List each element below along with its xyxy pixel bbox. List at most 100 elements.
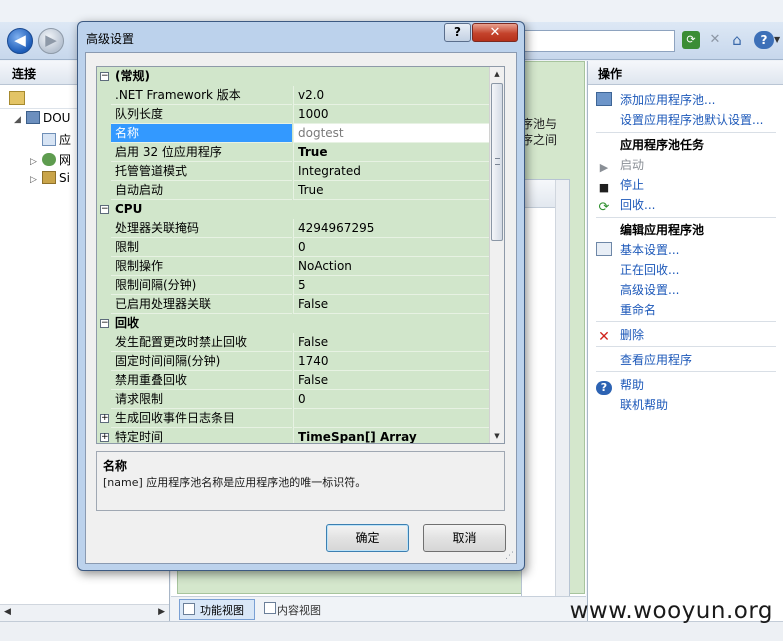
property-value[interactable]: TimeSpan[] Array bbox=[293, 428, 490, 443]
property-value[interactable]: False bbox=[293, 295, 490, 314]
property-name: 自动启动 bbox=[111, 181, 292, 200]
property-row[interactable]: 启用 32 位应用程序 True bbox=[97, 143, 490, 162]
property-row[interactable]: 限制间隔(分钟) 5 bbox=[97, 276, 490, 295]
action-help[interactable]: ? 帮助 bbox=[596, 376, 644, 395]
tree-expander[interactable]: ▷ bbox=[30, 157, 42, 167]
property-value[interactable]: True bbox=[293, 143, 490, 162]
action-advanced-settings[interactable]: 高级设置... bbox=[620, 281, 679, 299]
add-connection-icon[interactable] bbox=[9, 91, 25, 105]
property-value[interactable]: 1740 bbox=[293, 352, 490, 371]
tree-expander[interactable]: ◢ bbox=[14, 115, 26, 125]
action-recycling[interactable]: 正在回收... bbox=[620, 261, 679, 279]
property-value[interactable]: Integrated bbox=[293, 162, 490, 181]
property-value[interactable]: NoAction bbox=[293, 257, 490, 276]
tree-node-sites[interactable]: ▷ 网 bbox=[30, 151, 71, 169]
property-row[interactable]: 限制 0 bbox=[97, 238, 490, 257]
tree-node-app-pools[interactable]: 应 bbox=[30, 131, 71, 149]
action-recycle[interactable]: ⟳ 回收... bbox=[596, 196, 656, 215]
divider bbox=[596, 217, 776, 218]
refresh-icon[interactable]: ⟳ bbox=[682, 31, 700, 49]
action-stop[interactable]: ■ 停止 bbox=[596, 176, 644, 194]
stop-icon: ■ bbox=[598, 181, 610, 194]
property-row[interactable]: 禁用重叠回收 False bbox=[97, 371, 490, 390]
action-view-apps[interactable]: 查看应用程序 bbox=[620, 351, 692, 369]
property-name: 禁用重叠回收 bbox=[111, 371, 292, 390]
app-pool-list[interactable] bbox=[521, 179, 570, 629]
expand-icon[interactable]: + bbox=[100, 414, 109, 423]
scroll-right-icon[interactable]: ▶ bbox=[158, 607, 165, 617]
list-vscroll[interactable] bbox=[555, 180, 569, 628]
action-online-help[interactable]: 联机帮助 bbox=[620, 396, 668, 414]
resize-grip-icon[interactable]: ⋰ bbox=[505, 551, 514, 561]
divider bbox=[596, 346, 776, 347]
help-button[interactable]: ? bbox=[444, 23, 471, 42]
folder-icon bbox=[42, 171, 56, 184]
property-name: 名称 bbox=[111, 124, 292, 143]
tree-node-other[interactable]: ▷ Si bbox=[30, 171, 70, 189]
category-cpu[interactable]: − CPU bbox=[97, 200, 490, 219]
scroll-down-icon[interactable]: ▼ bbox=[490, 429, 504, 443]
scroll-up-icon[interactable]: ▲ bbox=[490, 67, 504, 81]
cancel-button[interactable]: 取消 bbox=[423, 524, 506, 552]
property-row[interactable]: 限制操作 NoAction bbox=[97, 257, 490, 276]
property-row[interactable]: 队列长度 1000 bbox=[97, 105, 490, 124]
scrollbar-thumb[interactable] bbox=[491, 83, 503, 241]
feature-description-line: 序之间 bbox=[521, 133, 558, 147]
action-start[interactable]: ▶ 启动 bbox=[596, 156, 644, 174]
close-button[interactable]: ✕ bbox=[472, 23, 518, 42]
action-basic-settings[interactable]: 基本设置... bbox=[596, 241, 679, 259]
property-value[interactable]: 4294967295 bbox=[293, 219, 490, 238]
property-row-expandable[interactable]: + 特定时间 TimeSpan[] Array bbox=[97, 428, 490, 443]
property-value[interactable]: False bbox=[293, 333, 490, 352]
collapse-icon[interactable]: − bbox=[100, 319, 109, 328]
property-value[interactable]: 0 bbox=[293, 390, 490, 409]
collapse-icon[interactable]: − bbox=[100, 205, 109, 214]
action-rename[interactable]: 重命名 bbox=[620, 301, 656, 319]
property-row[interactable]: 发生配置更改时禁止回收 False bbox=[97, 333, 490, 352]
home-icon[interactable]: ⌂ bbox=[728, 31, 746, 49]
property-value[interactable] bbox=[293, 409, 490, 428]
property-row[interactable]: 固定时间间隔(分钟) 1740 bbox=[97, 352, 490, 371]
property-row[interactable]: 处理器关联掩码 4294967295 bbox=[97, 219, 490, 238]
tree-node-server[interactable]: ◢ DOU bbox=[14, 111, 70, 129]
chevron-down-icon[interactable]: ▼ bbox=[774, 35, 780, 44]
property-value[interactable]: True bbox=[293, 181, 490, 200]
property-value[interactable]: 5 bbox=[293, 276, 490, 295]
property-row[interactable]: 请求限制 0 bbox=[97, 390, 490, 409]
property-value[interactable]: v2.0 bbox=[293, 86, 490, 105]
property-name: 处理器关联掩码 bbox=[111, 219, 292, 238]
property-row[interactable]: .NET Framework 版本 v2.0 bbox=[97, 86, 490, 105]
expand-icon[interactable]: + bbox=[100, 433, 109, 442]
back-button[interactable]: ◀ bbox=[7, 28, 33, 54]
property-name: 请求限制 bbox=[111, 390, 292, 409]
address-bar[interactable] bbox=[520, 30, 675, 52]
property-rows: − (常规) .NET Framework 版本 v2.0 队列长度 1000 名称 d… bbox=[97, 67, 490, 443]
name-value-field[interactable]: dogtest bbox=[293, 124, 490, 143]
category-recycling[interactable]: − 回收 bbox=[97, 314, 490, 333]
category-label: CPU bbox=[115, 202, 143, 216]
property-value[interactable]: 1000 bbox=[293, 105, 490, 124]
tab-feature-view[interactable]: 功能视图 bbox=[179, 599, 255, 620]
category-general[interactable]: − (常规) bbox=[97, 67, 490, 86]
property-row[interactable]: 托管管道模式 Integrated bbox=[97, 162, 490, 181]
view-tabs: 功能视图 内容视图 bbox=[171, 596, 586, 621]
stop-nav-icon[interactable]: ✕ bbox=[706, 31, 724, 49]
action-delete[interactable]: ✕ 删除 bbox=[596, 326, 644, 344]
property-row-selected[interactable]: 名称 dogtest bbox=[97, 124, 490, 143]
collapse-icon[interactable]: − bbox=[100, 72, 109, 81]
property-row[interactable]: 自动启动 True bbox=[97, 181, 490, 200]
scroll-left-icon[interactable]: ◀ bbox=[4, 607, 11, 617]
property-row-expandable[interactable]: + 生成回收事件日志条目 bbox=[97, 409, 490, 428]
property-value[interactable]: False bbox=[293, 371, 490, 390]
tab-content-view[interactable]: 内容视图 bbox=[261, 599, 351, 620]
property-grid-scrollbar[interactable]: ▲ ▼ bbox=[489, 67, 504, 443]
tree-expander[interactable]: ▷ bbox=[30, 175, 42, 185]
help-menu-icon[interactable]: ? bbox=[754, 31, 774, 49]
property-value[interactable]: 0 bbox=[293, 238, 490, 257]
forward-button[interactable]: ▶ bbox=[38, 28, 64, 54]
ok-button[interactable]: 确定 bbox=[326, 524, 409, 552]
connections-hscroll[interactable]: ◀ ▶ bbox=[0, 604, 169, 621]
action-add-pool[interactable]: 添加应用程序池... bbox=[596, 91, 715, 109]
property-row[interactable]: 已启用处理器关联 False bbox=[97, 295, 490, 314]
action-set-defaults[interactable]: 设置应用程序池默认设置... bbox=[620, 111, 763, 129]
